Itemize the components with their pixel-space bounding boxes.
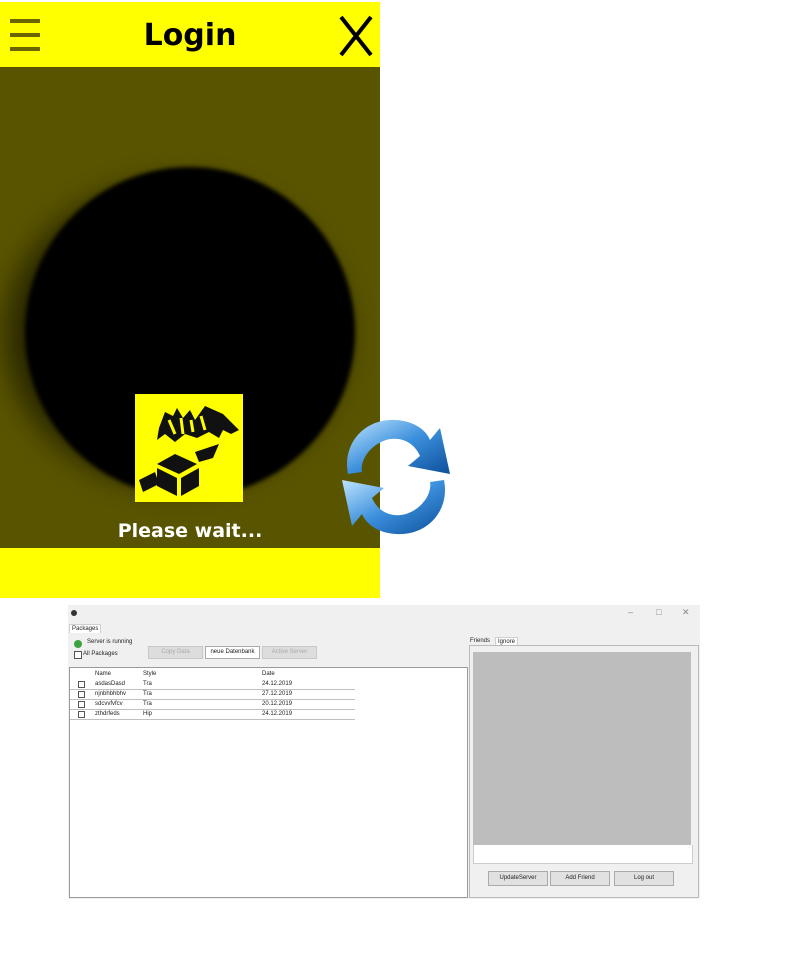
mobile-login-screen: Login Please wait... — [0, 2, 380, 598]
column-header-date: Date — [262, 671, 275, 677]
close-icon[interactable] — [336, 14, 376, 58]
cell-style: Tra — [143, 691, 152, 697]
log-out-button[interactable]: Log out — [614, 871, 674, 886]
header-bar: Login — [0, 2, 380, 67]
app-icon — [71, 610, 77, 616]
active-server-button[interactable]: Active Server — [262, 646, 317, 659]
app-logo — [135, 394, 243, 502]
content-area: Please wait... — [0, 67, 380, 548]
row-checkbox[interactable] — [78, 691, 85, 698]
row-checkbox[interactable] — [78, 711, 85, 718]
maximize-button[interactable]: □ — [656, 607, 661, 617]
server-status-text: Server is running — [87, 639, 133, 645]
tab-friends[interactable]: Friends — [470, 638, 490, 644]
tab-packages[interactable]: Packages — [69, 624, 102, 633]
friends-input[interactable] — [473, 845, 693, 864]
server-status-icon — [74, 640, 82, 648]
cell-style: Hip — [143, 711, 153, 717]
table-row[interactable]: zthdrfeds Hip 24.12.2019 — [70, 710, 355, 720]
row-checkbox[interactable] — [78, 681, 85, 688]
row-checkbox[interactable] — [78, 701, 85, 708]
cell-name: sdcvvfvfcv — [95, 701, 123, 707]
minimize-button[interactable]: – — [628, 607, 633, 617]
footer-bar — [0, 548, 380, 598]
desktop-window: – □ ✕ Packages Server is running All Pac… — [68, 605, 700, 899]
column-header-style: Style — [143, 671, 157, 677]
cell-date: 20.12.2019 — [262, 701, 293, 707]
cell-name: zthdrfeds — [95, 711, 120, 717]
table-row[interactable]: asdasDasd Tra 24.12.2019 — [70, 680, 355, 690]
cell-date: 24.12.2019 — [262, 681, 293, 687]
cell-style: Tra — [143, 701, 152, 707]
table-row[interactable]: njnbhbhbhv Tra 27.12.2019 — [70, 690, 355, 700]
all-packages-label: All Packages — [83, 651, 118, 657]
packages-table: Name Style Date asdasDasd Tra 24.12.2019… — [69, 667, 468, 898]
page-title: Login — [143, 18, 237, 53]
cell-name: njnbhbhbhv — [95, 691, 127, 697]
neue-datenbank-button[interactable]: neue Datenbank — [205, 646, 260, 659]
all-packages-checkbox[interactable] — [74, 651, 82, 659]
close-button[interactable]: ✕ — [682, 607, 690, 618]
column-header-name: Name — [95, 671, 112, 677]
cell-date: 27.12.2019 — [262, 691, 293, 697]
friends-panel: UpdateServer Add Friend Log out — [469, 645, 699, 898]
update-server-button[interactable]: UpdateServer — [488, 871, 548, 886]
friends-list[interactable] — [473, 652, 691, 845]
copy-data-button[interactable]: Copy Data — [148, 646, 203, 659]
cell-style: Tra — [143, 681, 152, 687]
table-header: Name Style Date — [70, 671, 355, 680]
loading-status: Please wait... — [117, 520, 263, 542]
add-friend-button[interactable]: Add Friend — [550, 871, 610, 886]
cell-date: 24.12.2019 — [262, 711, 293, 717]
refresh-icon — [334, 412, 458, 542]
cell-name: asdasDasd — [95, 681, 126, 687]
table-row[interactable]: sdcvvfvfcv Tra 20.12.2019 — [70, 700, 355, 710]
